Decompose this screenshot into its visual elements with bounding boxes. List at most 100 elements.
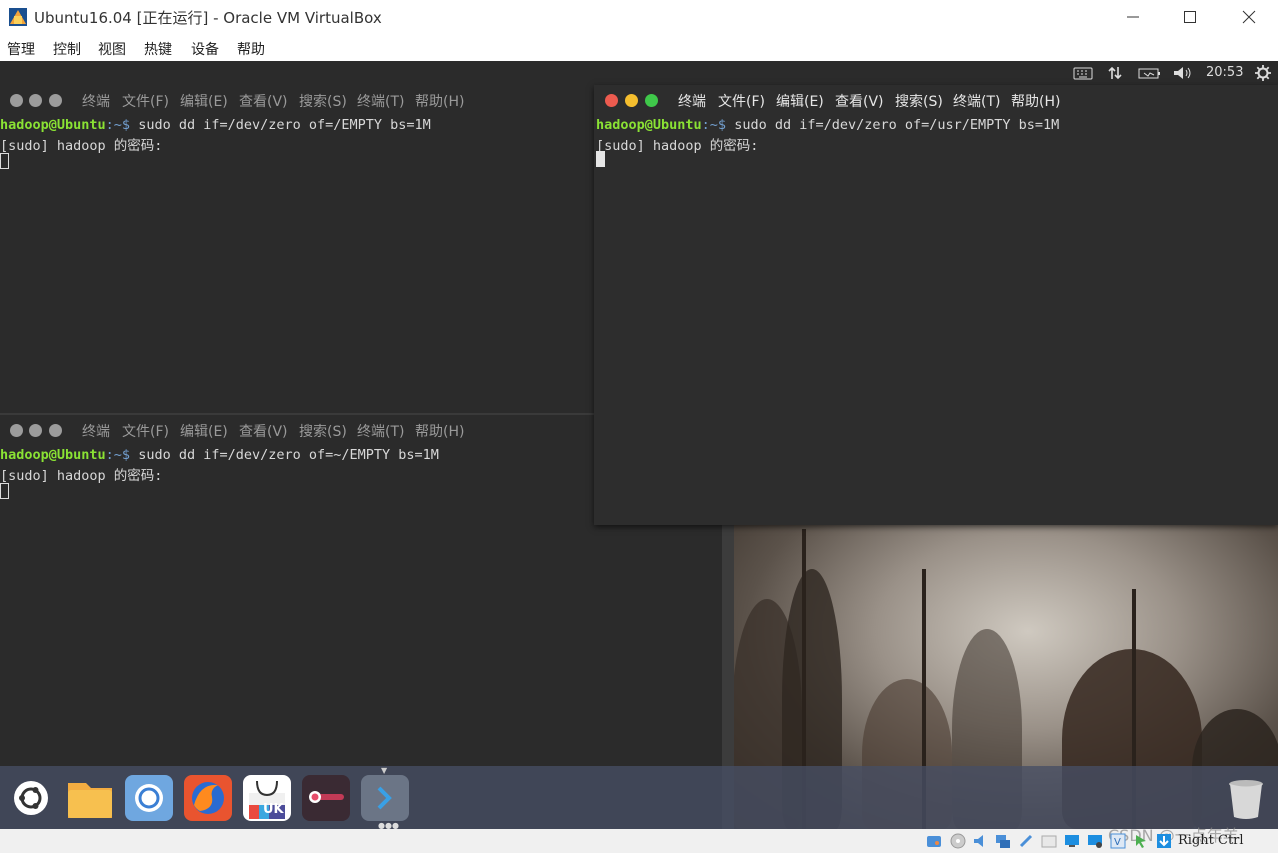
menu-devices[interactable]: 设备 [191,39,219,59]
menu-edit[interactable]: 编辑(E) [180,91,228,111]
minimize-button[interactable] [1110,2,1156,32]
prompt-path: :~$ [701,117,727,133]
mouse-integration-icon[interactable] [1133,833,1149,849]
files-folder-icon[interactable] [66,775,114,821]
video-capture-icon[interactable] [1087,833,1103,849]
battery-icon[interactable] [1138,65,1162,81]
host-key-label: Right Ctrl [1178,833,1244,848]
prompt-path: :~$ [105,447,131,463]
network-adapter-icon[interactable] [995,833,1011,849]
maximize-dot[interactable] [49,424,62,437]
panel-clock[interactable]: 20:53 [1206,65,1243,80]
command-line: hadoop@Ubuntu:~$ sudo dd if=/dev/zero of… [0,117,431,133]
host-menubar: 管理 控制 视图 热键 设备 帮助 [0,34,1278,61]
minimize-dot[interactable] [29,424,42,437]
minimize-icon [1127,16,1139,18]
terminal-menubar: 终端 文件(F) 编辑(E) 查看(V) 搜索(S) 终端(T) 帮助(H) [0,85,594,113]
output-line: [sudo] hadoop 的密码: [0,468,163,484]
host-key-arrow-icon[interactable] [1156,833,1172,849]
terminal-menubar: 终端 文件(F) 编辑(E) 查看(V) 搜索(S) 终端(T) 帮助(H) [594,85,1278,113]
menu-search[interactable]: 搜索(S) [299,91,347,111]
volume-icon[interactable] [1172,65,1194,81]
menu-terminal[interactable]: 终端 [82,91,110,111]
command-line: hadoop@Ubuntu:~$ sudo dd if=/dev/zero of… [0,447,439,463]
virtualbox-icon [9,8,27,26]
menu-file[interactable]: 文件(F) [122,421,169,441]
terminal-window-3[interactable]: 终端 文件(F) 编辑(E) 查看(V) 搜索(S) 终端(T) 帮助(H) h… [594,85,1278,525]
menu-control[interactable]: 控制 [53,39,81,59]
menu-terminal[interactable]: 终端 [82,421,110,441]
text-cursor [0,153,9,169]
menu-view[interactable]: 查看(V) [239,91,288,111]
hard-disk-icon[interactable] [926,833,942,849]
trash-icon[interactable] [1222,775,1270,821]
close-icon [1242,10,1256,24]
software-center-icon[interactable]: UK [243,775,291,821]
menu-view[interactable]: 视图 [98,39,126,59]
menu-edit[interactable]: 编辑(E) [776,91,824,111]
svg-text:V: V [1114,837,1121,848]
command-text: sudo dd if=/dev/zero of=/EMPTY bs=1M [130,117,431,133]
terminal-window-1[interactable]: 终端 文件(F) 编辑(E) 查看(V) 搜索(S) 终端(T) 帮助(H) h… [0,85,594,413]
menu-hotkey[interactable]: 热键 [144,39,172,59]
minimize-dot[interactable] [625,94,638,107]
firefox-icon[interactable] [184,775,232,821]
close-button[interactable] [1226,2,1272,32]
maximize-button[interactable] [1167,2,1213,32]
keyboard-icon[interactable] [1073,65,1093,81]
menu-file[interactable]: 文件(F) [718,91,765,111]
menu-search[interactable]: 搜索(S) [299,421,347,441]
prompt-user: hadoop@Ubuntu [0,447,106,463]
text-cursor [0,483,9,499]
window-title: Ubuntu16.04 [正在运行] - Oracle VM VirtualBo… [34,9,382,27]
output-line: [sudo] hadoop 的密码: [0,138,163,154]
menu-manage[interactable]: 管理 [7,39,35,59]
text-cursor [596,151,605,167]
menu-term[interactable]: 终端(T) [357,91,404,111]
guest-display[interactable]: 20:53 终端 文件(F) 编辑(E) 查看(V) 搜索(S) 终端(T) 帮… [0,61,1278,829]
dock-pointer-icon: ▼ [381,766,388,775]
menu-terminal[interactable]: 终端 [678,91,706,111]
window-titlebar: Ubuntu16.04 [正在运行] - Oracle VM VirtualBo… [0,0,1278,34]
maximize-dot[interactable] [49,94,62,107]
menu-edit[interactable]: 编辑(E) [180,421,228,441]
command-line: hadoop@Ubuntu:~$ sudo dd if=/dev/zero of… [596,117,1059,133]
menu-help[interactable]: 帮助(H) [415,91,464,111]
menu-term[interactable]: 终端(T) [357,421,404,441]
maximize-dot[interactable] [645,94,658,107]
prompt-user: hadoop@Ubuntu [596,117,702,133]
close-dot[interactable] [10,424,23,437]
vtx-icon[interactable]: V [1110,833,1126,849]
menu-help[interactable]: 帮助(H) [415,421,464,441]
menu-view[interactable]: 查看(V) [835,91,884,111]
prompt-path: :~$ [105,117,131,133]
close-dot[interactable] [605,94,618,107]
display-icon[interactable] [1064,833,1080,849]
gear-icon[interactable] [1255,65,1271,81]
minimize-dot[interactable] [29,94,42,107]
terminal-launcher-icon[interactable] [361,775,409,821]
shared-folders-icon[interactable] [1041,833,1057,849]
usb-icon[interactable] [1018,833,1034,849]
menu-help[interactable]: 帮助(H) [1011,91,1060,111]
browser-icon[interactable] [125,775,173,821]
network-icon[interactable] [1107,65,1123,81]
toggle-app-icon[interactable] [302,775,350,821]
badge-uk: UK [263,802,284,817]
running-indicator-icon: ●●● [378,821,399,829]
optical-drive-icon[interactable] [950,833,966,849]
audio-icon[interactable] [972,833,988,849]
menu-file[interactable]: 文件(F) [122,91,169,111]
close-dot[interactable] [10,94,23,107]
menu-term[interactable]: 终端(T) [953,91,1000,111]
menu-help[interactable]: 帮助 [237,39,265,59]
vbox-statusbar: CSDN @一点年羊 V Right Ctrl [0,826,1278,853]
maximize-icon [1184,11,1196,23]
output-line: [sudo] hadoop 的密码: [596,138,759,154]
ubuntu-logo-icon[interactable] [7,775,55,821]
ubuntu-top-panel: 20:53 [0,61,1278,85]
menu-view[interactable]: 查看(V) [239,421,288,441]
prompt-user: hadoop@Ubuntu [0,117,106,133]
command-text: sudo dd if=/dev/zero of=/usr/EMPTY bs=1M [726,117,1060,133]
menu-search[interactable]: 搜索(S) [895,91,943,111]
